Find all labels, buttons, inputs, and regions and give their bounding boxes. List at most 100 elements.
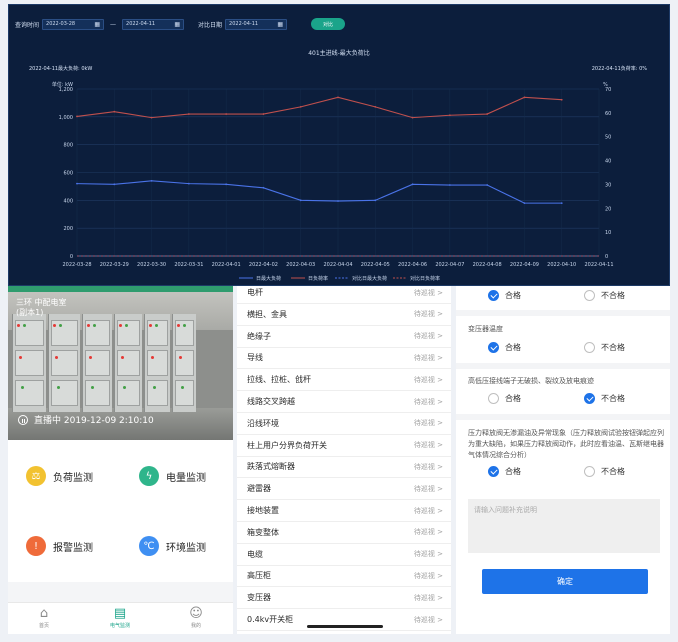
inspection-status: 待巡视 > bbox=[413, 528, 443, 537]
series-point bbox=[113, 183, 116, 186]
inspection-item-name: 沿线环境 bbox=[247, 418, 279, 428]
q2-pass-label: 合格 bbox=[505, 394, 521, 403]
load-monitor-label: 负荷监测 bbox=[53, 472, 93, 484]
inspection-item-name: 拉线、拉桩、戗杆 bbox=[247, 375, 311, 385]
camera-timestamp: 直播中 2019-12-09 2:10:10 bbox=[18, 413, 154, 426]
indicator-light bbox=[123, 386, 126, 389]
inspection-status: 待巡视 > bbox=[413, 441, 443, 450]
indicator-light bbox=[57, 386, 60, 389]
q3-fail-option[interactable]: 不合格 bbox=[584, 466, 625, 477]
cabinet-door bbox=[15, 350, 44, 376]
y-tick-left: 1,000 bbox=[59, 115, 73, 121]
inspection-row[interactable]: 柱上用户分界负荷开关 待巡视 > bbox=[237, 435, 451, 457]
inspection-row[interactable]: 线路交叉跨越 待巡视 > bbox=[237, 391, 451, 413]
tab-home[interactable]: ⌂ 首页 bbox=[24, 606, 64, 629]
inspection-row[interactable]: 变压器 待巡视 > bbox=[237, 587, 451, 610]
y-axis-right-label: % bbox=[603, 82, 608, 88]
q1-pass-option[interactable]: 合格 bbox=[488, 342, 521, 353]
camera-feed[interactable]: 三环 中配电室 (副本1) 直播中 2019-12-09 2:10:10 bbox=[8, 286, 233, 440]
cabinet-door bbox=[175, 380, 194, 406]
series-point bbox=[374, 199, 377, 202]
inspection-row[interactable]: 导线 待巡视 > bbox=[237, 347, 451, 370]
inspection-item-name: 箱变整体 bbox=[247, 527, 279, 537]
inspection-row[interactable]: 拉线、拉桩、戗杆 待巡视 > bbox=[237, 369, 451, 392]
x-tick-label: 2022-04-01 bbox=[212, 262, 241, 268]
monitor-icon: ▤ bbox=[113, 606, 127, 621]
inspection-row[interactable]: 横担、金具 待巡视 > bbox=[237, 304, 451, 326]
series-point bbox=[448, 184, 451, 186]
x-tick-label: 2022-04-09 bbox=[510, 262, 539, 268]
indicator-light bbox=[55, 356, 58, 359]
inspection-row[interactable]: 高压柜 待巡视 > bbox=[237, 565, 451, 588]
inspection-status: 待巡视 > bbox=[413, 288, 443, 297]
switchgear-cabinet bbox=[12, 314, 46, 412]
switchgear-cabinet bbox=[114, 314, 142, 412]
home-indicator bbox=[307, 625, 383, 628]
cabinet-door bbox=[15, 380, 44, 406]
inspection-row[interactable]: 电杆 待巡视 > bbox=[237, 286, 451, 304]
series-point bbox=[150, 116, 153, 119]
y-tick-right: 50 bbox=[605, 135, 611, 141]
inspection-row[interactable]: 避雷器 待巡视 > bbox=[237, 478, 451, 501]
y-tick-right: 20 bbox=[605, 206, 611, 212]
series-point bbox=[262, 186, 265, 189]
y-tick-left: 600 bbox=[63, 171, 73, 177]
x-tick-label: 2022-03-31 bbox=[174, 262, 203, 268]
confirm-button[interactable]: 确定 bbox=[482, 569, 648, 594]
inspection-status: 待巡视 > bbox=[413, 397, 443, 406]
inspection-row[interactable]: 电缆 待巡视 > bbox=[237, 544, 451, 566]
q2-pass-option[interactable]: 合格 bbox=[488, 393, 521, 404]
switchgear-cabinet bbox=[172, 314, 196, 412]
inspection-status: 待巡视 > bbox=[413, 375, 443, 384]
q1-pass-label: 合格 bbox=[505, 343, 521, 352]
inspection-row[interactable]: 跌落式熔断器 待巡视 > bbox=[237, 456, 451, 479]
indicator-light bbox=[21, 386, 24, 389]
q2-fail-option[interactable]: 不合格 bbox=[584, 393, 625, 404]
inspection-item-name: 变压器 bbox=[247, 593, 271, 603]
q1-fail-option[interactable]: 不合格 bbox=[584, 342, 625, 353]
y-tick-left: 400 bbox=[63, 198, 73, 204]
y-tick-left: 800 bbox=[63, 143, 73, 149]
environment-monitor-button[interactable]: ℃ 环境监测 bbox=[139, 536, 206, 556]
inspection-status: 待巡视 > bbox=[413, 310, 443, 319]
note-textarea[interactable]: 请输入问题补充说明 bbox=[468, 499, 660, 553]
load-monitor-button[interactable]: ⚖ 负荷监测 bbox=[26, 466, 93, 486]
user-icon: ☺ bbox=[189, 606, 203, 621]
alarm-monitor-button[interactable]: ! 报警监测 bbox=[26, 536, 93, 556]
legend-label: 对比日最大负荷 bbox=[352, 275, 387, 282]
q3-pass-option[interactable]: 合格 bbox=[488, 466, 521, 477]
series-point bbox=[299, 199, 302, 202]
q0-pass-label: 合格 bbox=[505, 291, 521, 300]
q1-fail-label: 不合格 bbox=[601, 343, 625, 352]
tab-electrical-monitor[interactable]: ▤ 电气监测 bbox=[100, 606, 140, 629]
q1-label: 变压器温度 bbox=[468, 325, 503, 333]
inspection-row[interactable]: 接地装置 待巡视 > bbox=[237, 500, 451, 522]
y-tick-right: 0 bbox=[605, 254, 608, 260]
inspection-status: 待巡视 > bbox=[413, 593, 443, 602]
inspection-row[interactable]: 箱变整体 待巡视 > bbox=[237, 522, 451, 544]
y-tick-right: 10 bbox=[605, 230, 611, 236]
inspection-item-name: 接地装置 bbox=[247, 506, 279, 515]
pause-icon[interactable] bbox=[18, 414, 28, 425]
indicator-light bbox=[119, 324, 122, 327]
inspection-row[interactable]: 沿线环境 待巡视 > bbox=[237, 413, 451, 435]
inspection-item-name: 电缆 bbox=[247, 549, 263, 559]
inspection-row[interactable]: 绝缘子 待巡视 > bbox=[237, 326, 451, 348]
cabinet-door bbox=[85, 350, 110, 376]
power-monitor-button[interactable]: ϟ 电量监测 bbox=[139, 466, 206, 486]
y-tick-left: 200 bbox=[63, 226, 73, 232]
series-point bbox=[187, 182, 190, 185]
tab-mine[interactable]: ☺ 我的 bbox=[176, 606, 216, 629]
load-line-chart: 02004006008001,0001,20001020304050607020… bbox=[52, 81, 614, 282]
y-axis-left-label: 单位: kW bbox=[52, 81, 73, 88]
indicator-light bbox=[91, 386, 94, 389]
bottom-tab-bar: ⌂ 首页 ▤ 电气监测 ☺ 我的 bbox=[8, 602, 233, 634]
x-tick-label: 2022-04-07 bbox=[435, 262, 464, 268]
phone-home-screen: 三环 中配电室 (副本1) 直播中 2019-12-09 2:10:10 ⚖ 负荷… bbox=[8, 286, 233, 634]
q0-pass-option[interactable]: 合格 bbox=[488, 290, 521, 301]
indicator-light bbox=[17, 324, 20, 327]
q0-fail-option[interactable]: 不合格 bbox=[584, 290, 625, 301]
series-point bbox=[523, 96, 526, 99]
inspection-item-name: 导线 bbox=[247, 353, 263, 363]
radio-checked-icon bbox=[488, 342, 499, 353]
